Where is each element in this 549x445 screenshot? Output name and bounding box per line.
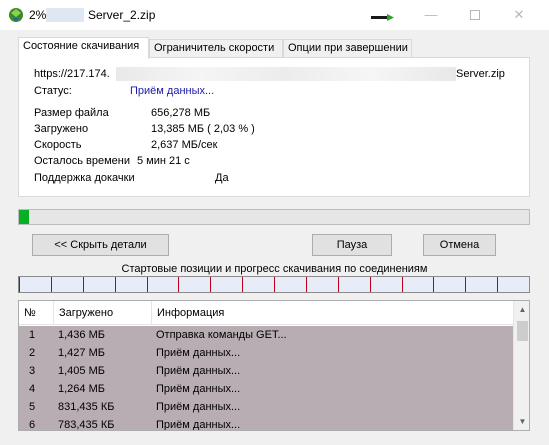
pause-button[interactable]: Пауза [312, 234, 392, 256]
cell-downloaded: 831,435 КБ [58, 401, 115, 413]
file-size-label: Размер файла [34, 107, 109, 119]
scroll-up-icon[interactable]: ▲ [514, 301, 529, 318]
url-prefix: https://217.174. [34, 68, 110, 80]
minimize-icon: — [424, 7, 438, 22]
time-left-value: 5 мин 21 с [137, 155, 190, 167]
tab-speed-limiter[interactable]: Ограничитель скорости [149, 39, 283, 58]
minimize-button[interactable]: — [408, 0, 454, 30]
cell-downloaded: 783,435 КБ [58, 419, 115, 431]
table-header: № Загружено Информация [19, 301, 513, 325]
cell-info: Приём данных... [156, 365, 241, 377]
cell-info: Отправка команды GET... [156, 329, 287, 341]
tab-on-completion[interactable]: Опции при завершении [283, 39, 412, 58]
title-redacted-area [46, 8, 84, 22]
hide-details-button[interactable]: << Скрыть детали [32, 234, 169, 256]
cell-num: 6 [29, 419, 36, 431]
resume-support-value: Да [215, 172, 229, 184]
connections-progress-bar [18, 276, 530, 293]
downloaded-label: Загружено [34, 123, 89, 135]
speed-value: 2,637 МБ/сек [151, 139, 218, 151]
maximize-button[interactable] [452, 0, 498, 30]
url-redacted-area [116, 67, 456, 81]
download-status-panel: https://217.174. Server.zip Статус: Приё… [18, 57, 530, 197]
connection-marker [51, 277, 52, 292]
close-icon: ✕ [513, 7, 525, 22]
header-num[interactable]: № [19, 301, 54, 325]
connection-marker [306, 277, 307, 292]
title-percent: 2% [29, 8, 47, 22]
connection-marker [402, 277, 403, 292]
status-label: Статус: [34, 85, 72, 97]
speed-label: Скорость [34, 139, 82, 151]
status-value: Приём данных... [130, 85, 215, 97]
scroll-thumb[interactable] [517, 321, 528, 341]
header-info[interactable]: Информация [152, 301, 513, 325]
resume-support-label: Поддержка докачки [34, 172, 135, 184]
connection-marker [147, 277, 148, 292]
progress-fill [19, 210, 29, 224]
cell-info: Приём данных... [156, 419, 241, 431]
cell-info: Приём данных... [156, 347, 241, 359]
connection-marker [274, 277, 275, 292]
download-arrow-icon [371, 14, 394, 21]
connection-marker [178, 277, 179, 292]
connection-marker [370, 277, 371, 292]
maximize-icon [470, 9, 480, 20]
cell-info: Приём данных... [156, 401, 241, 413]
downloaded-value: 13,385 МБ ( 2,03 % ) [151, 123, 255, 135]
connection-marker [115, 277, 116, 292]
connections-table: № Загружено Информация 1 1,436 МБ Отправ… [18, 300, 530, 431]
scroll-down-icon[interactable]: ▼ [514, 413, 529, 430]
table-row[interactable]: 2 1,427 МБ Приём данных... [19, 344, 513, 362]
download-progress-bar [18, 209, 530, 225]
connection-marker [210, 277, 211, 292]
table-scrollbar[interactable]: ▲ ▼ [513, 301, 529, 430]
cell-downloaded: 1,427 МБ [58, 347, 105, 359]
table-row[interactable]: 3 1,405 МБ Приём данных... [19, 362, 513, 380]
url-suffix: Server.zip [456, 68, 505, 80]
table-row[interactable]: 6 783,435 КБ Приём данных... [19, 416, 513, 431]
title-filename: Server_2.zip [88, 8, 156, 22]
table-body: 1 1,436 МБ Отправка команды GET... 2 1,4… [19, 326, 513, 431]
title-bar: 2% Server_2.zip — ✕ [0, 0, 549, 30]
tab-download-status[interactable]: Состояние скачивания [18, 37, 149, 59]
speed-row: Скорость 2,637 МБ/сек [34, 139, 217, 151]
time-left-row: Осталось времени 5 мин 21 с [34, 155, 190, 167]
table-row[interactable]: 1 1,436 МБ Отправка команды GET... [19, 326, 513, 344]
cell-num: 5 [29, 401, 36, 413]
connection-marker [83, 277, 84, 292]
resume-support-row: Поддержка докачки Да [34, 172, 229, 184]
header-downloaded[interactable]: Загружено [54, 301, 152, 325]
connection-marker [19, 277, 20, 292]
cell-downloaded: 1,436 МБ [58, 329, 105, 341]
cell-num: 1 [29, 329, 36, 341]
downloaded-row: Загружено 13,385 МБ ( 2,03 % ) [34, 123, 255, 135]
file-size-value: 656,278 МБ [151, 107, 211, 119]
idm-app-icon [9, 8, 23, 22]
connections-title: Стартовые позиции и прогресс скачивания … [121, 263, 428, 275]
connection-marker [497, 277, 498, 292]
close-button[interactable]: ✕ [496, 0, 542, 30]
cell-num: 3 [29, 365, 36, 377]
cancel-button[interactable]: Отмена [423, 234, 496, 256]
table-row[interactable]: 5 831,435 КБ Приём данных... [19, 398, 513, 416]
time-left-label: Осталось времени [34, 155, 131, 167]
cell-downloaded: 1,264 МБ [58, 383, 105, 395]
connection-marker [338, 277, 339, 292]
cell-info: Приём данных... [156, 383, 241, 395]
file-size-row: Размер файла 656,278 МБ [34, 107, 210, 119]
connection-marker [433, 277, 434, 292]
table-row[interactable]: 4 1,264 МБ Приём данных... [19, 380, 513, 398]
connection-marker [465, 277, 466, 292]
connection-marker [242, 277, 243, 292]
cell-num: 4 [29, 383, 36, 395]
cell-num: 2 [29, 347, 36, 359]
cell-downloaded: 1,405 МБ [58, 365, 105, 377]
